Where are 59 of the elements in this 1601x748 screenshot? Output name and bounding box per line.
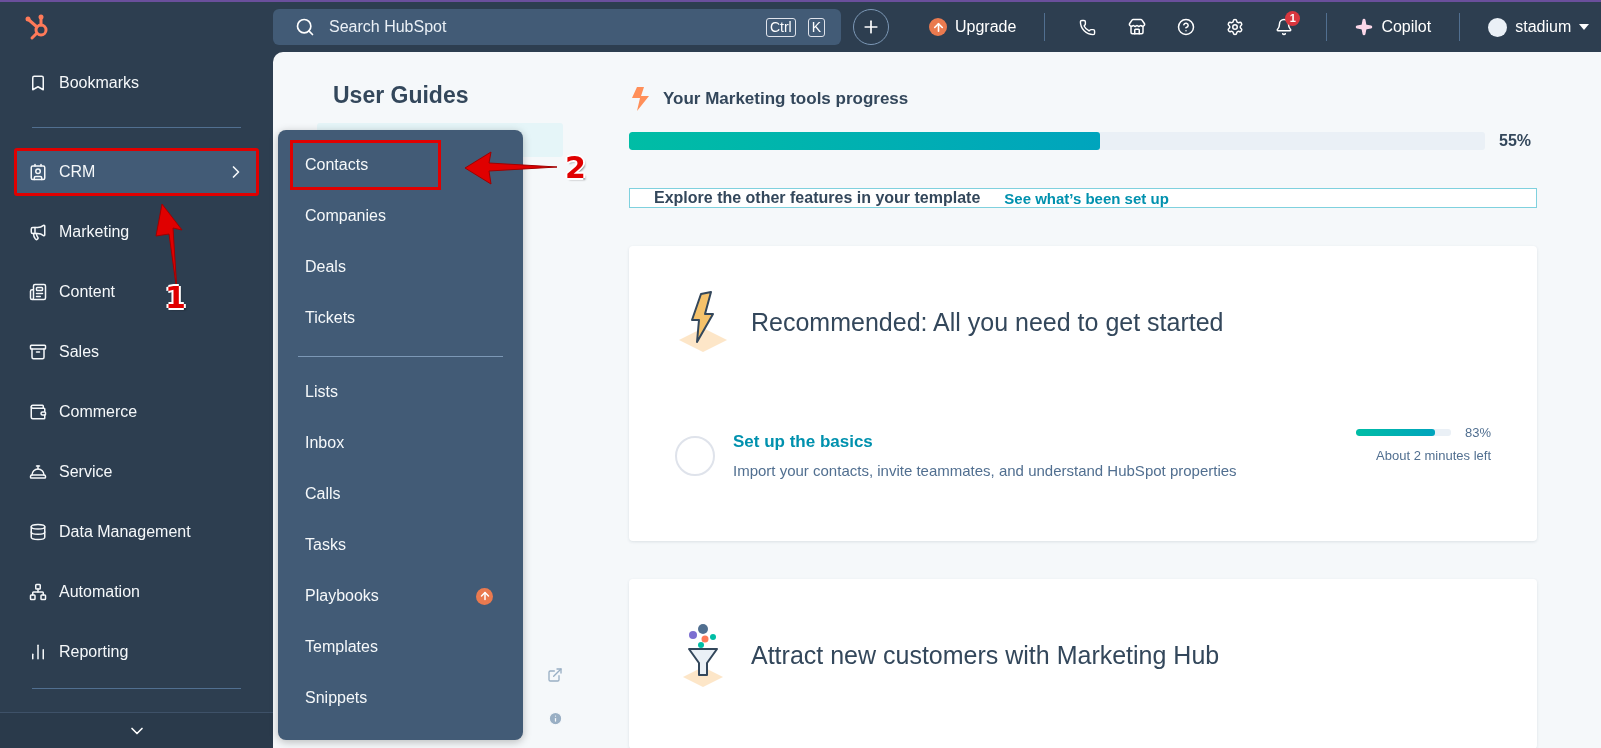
database-icon [29,523,47,541]
avatar-icon [1488,17,1508,37]
caret-icon [1579,24,1590,30]
copilot-button[interactable]: Copilot [1345,12,1442,42]
bookmark-icon [29,74,47,92]
section-title: User Guides [333,82,470,109]
sidebar-item[interactable]: Service [14,448,259,496]
sparkle-icon [1355,18,1374,36]
megaphone-icon [29,223,47,241]
progress-percent: 55% [1499,132,1533,150]
step-number: 1 [165,280,186,315]
basket-icon [29,343,47,361]
sidebar-item[interactable]: Automation [14,568,259,616]
account-menu[interactable]: stadium [1478,11,1600,43]
sidebar-item[interactable]: Commerce [14,388,259,436]
search-input[interactable]: Search HubSpot [327,17,754,37]
menu-item[interactable]: Inbox [290,418,508,468]
menu-item[interactable]: Calls [290,469,508,519]
menu-item[interactable]: Contacts [290,140,441,190]
menu-item[interactable]: Lists [290,367,508,417]
task-percent: 83% [1464,424,1491,440]
upgrade-button[interactable]: Upgrade [919,12,1027,42]
sidebar-item[interactable]: CRM [14,148,259,196]
menu-item[interactable]: Playbooks [290,571,508,621]
sidebar-item[interactable]: Reporting [14,628,259,676]
menu-item[interactable]: Snippets [290,673,508,723]
menu-item[interactable]: Tasks [290,520,508,570]
network-icon [29,583,47,601]
time-left: About 2 minutes left [1376,447,1491,463]
task-checkbox[interactable] [675,435,715,476]
card-title: Attract new customers with Marketing Hub [751,640,1220,670]
step-number: 2 [565,150,586,185]
service-bell-icon [29,463,47,481]
menu-item[interactable]: Templates [290,622,508,672]
contact-card-icon [29,163,47,181]
sidebar-item[interactable]: Marketing [14,208,259,256]
notification-count: 1 [1285,11,1301,26]
sidebar-item[interactable]: Bookmarks [14,59,259,107]
task-link[interactable]: Set up the basics [733,432,1338,452]
search-bar[interactable]: Search HubSpot Ctrl K [273,9,841,45]
menu-item[interactable]: Companies [290,191,508,241]
newspaper-icon [29,283,47,301]
card-title: Recommended: All you need to get started [751,307,1224,337]
notifications-button[interactable]: 1 [1259,9,1309,45]
sidebar-item[interactable]: Data Management [14,508,259,556]
bar-chart-icon [29,643,47,661]
keyboard-key: Ctrl [765,17,796,37]
task-description: Import your contacts, invite teammates, and understand HubSpot properties [733,462,1238,479]
menu-item[interactable]: Deals [290,242,508,292]
wallet-icon [29,403,47,421]
sidebar-item[interactable]: Sales [14,328,259,376]
explore-text: Explore the other features in your template [654,189,981,207]
upgrade-icon [929,18,947,36]
bolt-icon [629,86,651,112]
menu-item[interactable]: Tickets [290,293,508,343]
setup-link[interactable]: See what’s been set up [1004,189,1169,207]
progress-title: Your Marketing tools progress [663,89,909,109]
keyboard-key: K [807,17,825,37]
search-icon [295,17,315,37]
